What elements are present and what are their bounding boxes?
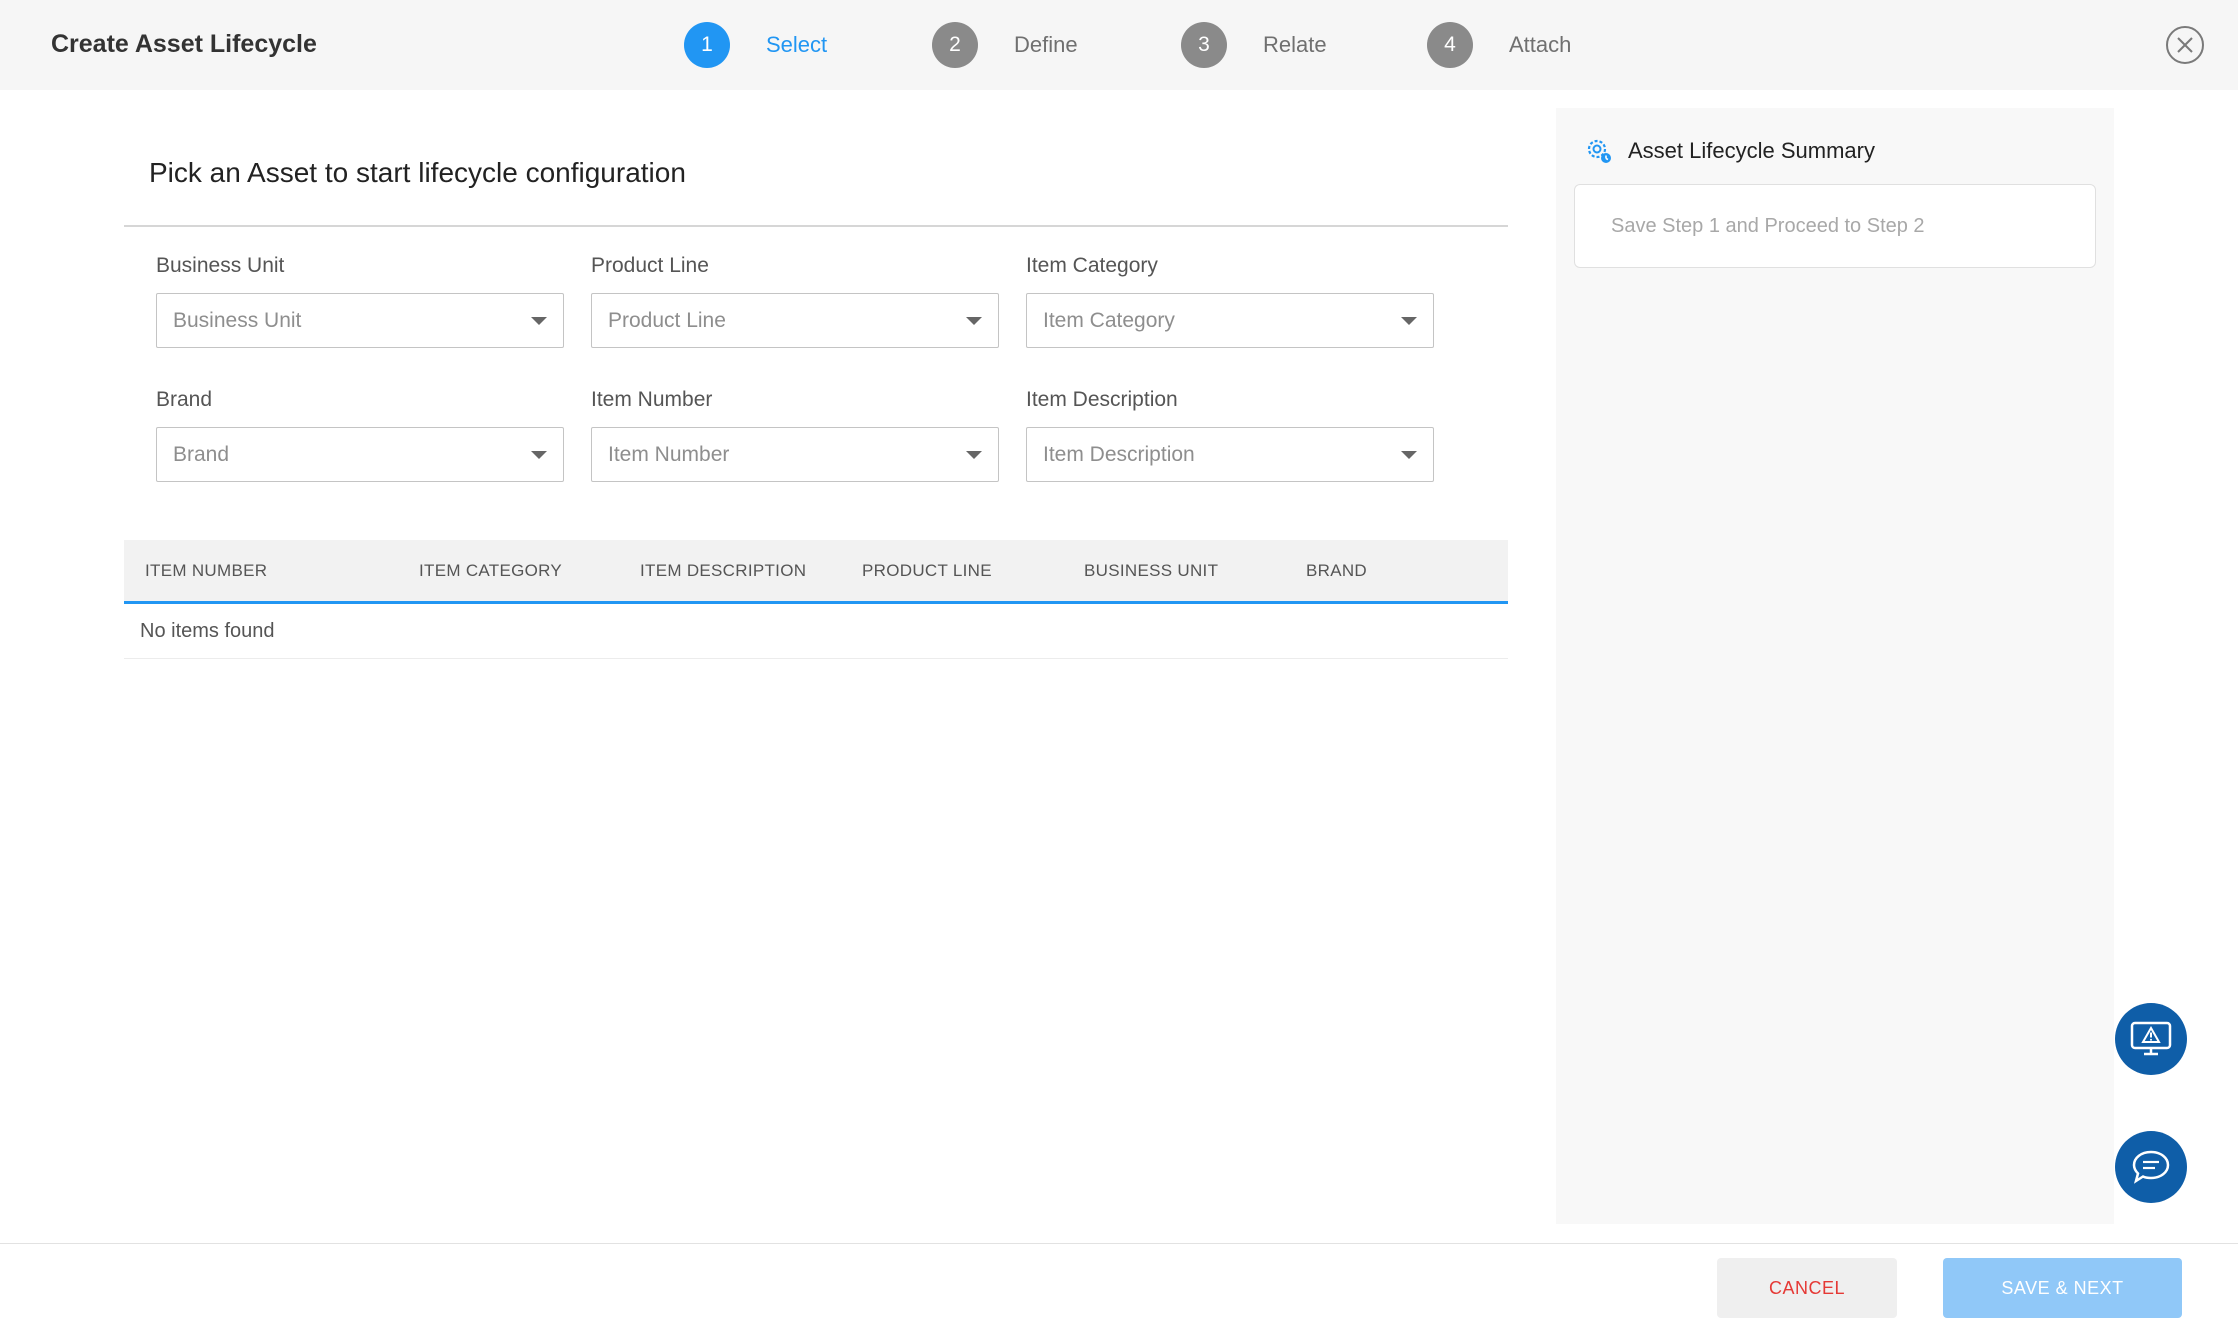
field-label: Business Unit — [156, 254, 285, 277]
summary-message: Save Step 1 and Proceed to Step 2 — [1574, 184, 2096, 268]
product-line-field: Product Line Product Line — [591, 251, 999, 348]
step-number: 3 — [1181, 22, 1227, 68]
chevron-down-icon — [966, 317, 982, 325]
step-number: 1 — [684, 22, 730, 68]
item-category-field: Item Category Item Category — [1026, 251, 1434, 348]
column-header-brand[interactable]: BRAND — [1306, 540, 1367, 601]
summary-header: Asset Lifecycle Summary — [1584, 134, 1875, 168]
column-header-item-number[interactable]: ITEM NUMBER — [145, 540, 267, 601]
wizard-header: Create Asset Lifecycle 1 Select 2 Define… — [0, 0, 2238, 90]
field-label: Item Description — [1026, 388, 1178, 411]
step-label: Define — [1014, 32, 1078, 57]
step-number: 4 — [1427, 22, 1473, 68]
select-placeholder: Item Category — [1043, 308, 1175, 332]
gear-cog-icon — [1587, 139, 1611, 163]
step-label: Attach — [1509, 32, 1572, 57]
step-number: 2 — [932, 22, 978, 68]
column-header-item-description[interactable]: ITEM DESCRIPTION — [640, 540, 806, 601]
title-divider — [124, 225, 1508, 227]
chevron-down-icon — [966, 451, 982, 459]
business-unit-field: Business Unit Business Unit — [156, 251, 564, 348]
business-unit-select[interactable]: Business Unit — [156, 293, 564, 348]
product-line-select[interactable]: Product Line — [591, 293, 999, 348]
field-label: Brand — [156, 388, 213, 411]
step-label: Select — [766, 32, 828, 57]
page-title: Pick an Asset to start lifecycle configu… — [149, 157, 686, 188]
save-and-next-button[interactable]: SAVE & NEXT — [1943, 1258, 2182, 1318]
item-number-field: Item Number Item Number — [591, 385, 999, 482]
app-title: Create Asset Lifecycle — [51, 30, 317, 58]
step-define[interactable]: 2 Define — [932, 22, 1078, 68]
brand-select[interactable]: Brand — [156, 427, 564, 482]
select-placeholder: Product Line — [608, 308, 726, 332]
select-placeholder: Item Number — [608, 442, 730, 466]
step-relate[interactable]: 3 Relate — [1181, 22, 1327, 68]
field-label: Item Number — [591, 388, 713, 411]
field-label: Product Line — [591, 254, 709, 277]
wizard-footer: CANCEL SAVE & NEXT — [0, 1243, 2238, 1332]
chat-bubble-icon — [2132, 1150, 2170, 1184]
step-label: Relate — [1263, 32, 1327, 57]
chevron-down-icon — [531, 451, 547, 459]
items-table-header: ITEM NUMBER ITEM CATEGORY ITEM DESCRIPTI… — [124, 540, 1508, 604]
summary-panel: Asset Lifecycle Summary Save Step 1 and … — [1556, 108, 2114, 1224]
column-header-item-category[interactable]: ITEM CATEGORY — [419, 540, 562, 601]
select-placeholder: Business Unit — [173, 308, 302, 332]
item-number-select[interactable]: Item Number — [591, 427, 999, 482]
item-category-select[interactable]: Item Category — [1026, 293, 1434, 348]
select-placeholder: Item Description — [1043, 442, 1195, 466]
select-placeholder: Brand — [173, 442, 230, 466]
table-empty-message: No items found — [124, 604, 1508, 659]
summary-title: Asset Lifecycle Summary — [1628, 138, 1875, 163]
close-icon — [2177, 37, 2193, 53]
step-select[interactable]: 1 Select — [684, 22, 827, 68]
chevron-down-icon — [1401, 451, 1417, 459]
report-issue-button[interactable] — [2115, 1003, 2187, 1075]
chat-button[interactable] — [2115, 1131, 2187, 1203]
cancel-button[interactable]: CANCEL — [1717, 1258, 1897, 1318]
chevron-down-icon — [531, 317, 547, 325]
column-header-business-unit[interactable]: BUSINESS UNIT — [1084, 540, 1218, 601]
monitor-warning-icon — [2130, 1021, 2172, 1056]
step-attach[interactable]: 4 Attach — [1427, 22, 1571, 68]
create-asset-lifecycle-page: Create Asset Lifecycle 1 Select 2 Define… — [0, 0, 2238, 1332]
brand-field: Brand Brand — [156, 385, 564, 482]
close-button[interactable] — [2166, 26, 2204, 64]
field-label: Item Category — [1026, 254, 1158, 277]
item-description-field: Item Description Item Description — [1026, 385, 1434, 482]
chevron-down-icon — [1401, 317, 1417, 325]
column-header-product-line[interactable]: PRODUCT LINE — [862, 540, 992, 601]
item-description-select[interactable]: Item Description — [1026, 427, 1434, 482]
